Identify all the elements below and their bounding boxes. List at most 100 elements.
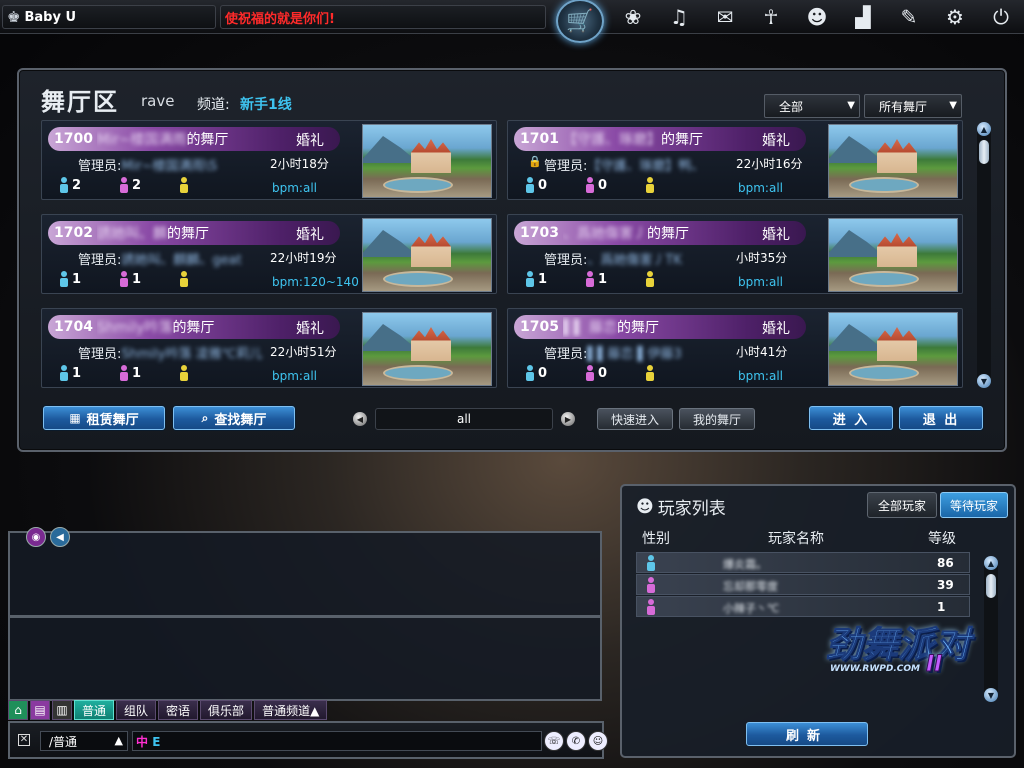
- couple-icon[interactable]: ❀: [616, 0, 650, 34]
- room-duration: 2小时18分: [270, 157, 329, 171]
- player-list-title: 玩家列表: [657, 499, 726, 519]
- tab-normal-channel[interactable]: 普通频道▲: [254, 700, 328, 720]
- tab-club[interactable]: 俱乐部: [200, 700, 253, 720]
- find-hall-button[interactable]: ⌕ 查找舞厅: [173, 406, 295, 430]
- chat-tools: ◉ ◀: [26, 527, 70, 547]
- tab-waiting-players[interactable]: 等待玩家: [940, 492, 1008, 518]
- page-input[interactable]: [375, 408, 553, 430]
- mute-chat-icon[interactable]: ▥: [52, 700, 72, 720]
- tab-whisper[interactable]: 密语: [158, 700, 199, 720]
- group-icon[interactable]: ☻: [800, 0, 834, 34]
- tab-all-players[interactable]: 全部玩家: [867, 492, 937, 518]
- room-card[interactable]: 1705 ▌▌ 藤恋的舞厅 婚礼 管理员:▌▌藤恋 ▌伊藤3 小时41分 0 0 bpm:al…: [507, 308, 963, 388]
- enter-button[interactable]: 进 入: [809, 406, 893, 430]
- castle-shape: [877, 139, 917, 173]
- male-count: 0: [526, 365, 586, 381]
- chat-bubble-icon[interactable]: ✉: [708, 0, 742, 34]
- mountain-shape: [363, 136, 419, 163]
- room-tag: 婚礼: [762, 321, 790, 337]
- room-card[interactable]: 1701 【守護、琢磨】的舞厅 婚礼 🔒 管理员:【守護、琢磨】鸭、 22小时16分 0 0 b…: [507, 120, 963, 200]
- room-number: 1704: [54, 319, 93, 335]
- chat-log-upper[interactable]: [8, 531, 602, 617]
- female-count: 0: [586, 365, 646, 381]
- phone-icon[interactable]: ✆: [566, 731, 586, 751]
- scroll-thumb[interactable]: [979, 140, 989, 164]
- room-manager-label: 管理员:: [78, 159, 122, 174]
- rent-hall-button[interactable]: ▦ 租赁舞厅: [43, 406, 165, 430]
- room-card[interactable]: 1704 Shmily吟落的舞厅 婚礼 管理员:Shmily吟落 凌雅℃莉儿 22小时5…: [41, 308, 497, 388]
- clear-chat-icon[interactable]: ▤: [30, 700, 50, 720]
- dancer-icon[interactable]: ☥: [754, 0, 788, 34]
- room-bpm: bpm:all: [738, 275, 783, 289]
- tab-normal[interactable]: 普通: [74, 700, 115, 720]
- female-count-value: 1: [132, 271, 142, 287]
- scroll-up-icon[interactable]: ▲: [984, 556, 998, 570]
- shop-cart-icon[interactable]: 🛒: [556, 0, 604, 43]
- scroll-up-icon[interactable]: ▲: [977, 122, 991, 136]
- female-count: 1: [120, 365, 180, 381]
- filter-hall-value: 所有舞厅: [879, 99, 928, 114]
- scroll-thumb[interactable]: [986, 574, 996, 598]
- room-manager-label: 管理员:: [78, 347, 122, 362]
- room-duration: 22小时16分: [736, 157, 803, 171]
- male-count-value: 0: [538, 365, 548, 381]
- chevron-down-icon: ▼: [847, 100, 855, 111]
- smiley-icon[interactable]: ☺: [588, 731, 608, 751]
- player-list-scrollbar[interactable]: ▲ ▼: [984, 556, 998, 702]
- page-prev-icon[interactable]: ◀: [353, 412, 367, 426]
- room-manager-name: Shmily吟落 凌雅℃莉儿: [121, 347, 263, 362]
- player-list-title-wrap: ☻ 玩家列表: [636, 494, 726, 520]
- exit-button[interactable]: 退 出: [899, 406, 983, 430]
- male-count-value: 2: [72, 177, 82, 193]
- emote-bubble-icon[interactable]: ☏: [544, 731, 564, 751]
- speaker-icon[interactable]: ◀: [50, 527, 70, 547]
- room-bpm: bpm:120~140: [272, 275, 359, 289]
- notebook-icon[interactable]: ✎: [892, 0, 926, 34]
- room-card[interactable]: 1700 Mir~楼国满雨的舞厅 婚礼 管理员:Mir~楼国满雨\S 2小时18分 2 2 b…: [41, 120, 497, 200]
- podium-icon[interactable]: ▟: [846, 0, 880, 34]
- filter-hall-select[interactable]: 所有舞厅 ▼: [864, 94, 962, 118]
- user-avatar-icon: ♚: [7, 8, 21, 26]
- chat-log-lower[interactable]: [8, 617, 602, 701]
- room-manager-name: ▌▌藤恋 ▌伊藤3: [587, 347, 682, 362]
- player-row[interactable]: 小辣子丶℃ 1: [636, 596, 970, 617]
- male-count: 0: [526, 177, 586, 193]
- refresh-button[interactable]: 刷新: [746, 722, 868, 746]
- room-duration: 小时41分: [736, 345, 788, 359]
- main-menu-icons: 🛒 ❀ ♫ ✉ ☥ ☻ ▟ ✎ ⚙ ⏻: [556, 0, 1024, 43]
- room-tag: 婚礼: [296, 321, 324, 337]
- player-row[interactable]: 爆炎霜。 86: [636, 552, 970, 573]
- quick-enter-button[interactable]: 快速进入: [597, 408, 673, 430]
- room-card[interactable]: 1702 誘她叫、麟的舞厅 婚礼 管理员:誘她叫、麒麟、geat 22小时19分 1 1 bp…: [41, 214, 497, 294]
- scroll-down-icon[interactable]: ▼: [984, 688, 998, 702]
- room-manager: 管理员:、爲她傷害丿TK: [544, 249, 682, 268]
- hall-mode: rave: [141, 92, 175, 110]
- power-icon[interactable]: ⏻: [984, 0, 1018, 34]
- player-row[interactable]: 忘却那零度 39: [636, 574, 970, 595]
- lock-chat-icon[interactable]: ⌂: [8, 700, 28, 720]
- room-manager: 管理员:誘她叫、麒麟、geat: [78, 249, 242, 268]
- lock-icon: 🔒: [528, 155, 542, 168]
- scroll-down-icon[interactable]: ▼: [977, 374, 991, 388]
- female-count-value: 1: [132, 365, 142, 381]
- chat-filter-icon[interactable]: ◉: [26, 527, 46, 547]
- tab-team[interactable]: 组队: [116, 700, 157, 720]
- room-list-scrollbar[interactable]: ▲ ▼: [977, 122, 991, 388]
- room-card[interactable]: 1703 、爲她傷害丿的舞厅 婚礼 管理员:、爲她傷害丿TK 小时35分 1 1 bpm:al…: [507, 214, 963, 294]
- music-box-icon[interactable]: ♫: [662, 0, 696, 34]
- ime-zh: 中: [136, 735, 149, 749]
- chat-action-icons: ☏ ✆ ☺: [544, 731, 608, 751]
- room-counts: 11: [60, 365, 240, 381]
- my-hall-button[interactable]: 我的舞厅: [679, 408, 755, 430]
- close-icon[interactable]: ✕: [18, 734, 30, 746]
- page-next-icon[interactable]: ▶: [561, 412, 575, 426]
- spectator-slot: [646, 177, 706, 193]
- col-player-name: 玩家名称: [768, 531, 824, 547]
- chat-message-input[interactable]: [132, 731, 542, 751]
- male-count: 2: [60, 177, 120, 193]
- chat-mode-select[interactable]: /普通 ▲: [40, 731, 128, 751]
- gear-icon[interactable]: ⚙: [938, 0, 972, 34]
- filter-type-select[interactable]: 全部 ▼: [764, 94, 860, 118]
- female-count: 1: [120, 271, 180, 287]
- room-name: ▌▌ 藤恋的舞厅: [563, 317, 763, 337]
